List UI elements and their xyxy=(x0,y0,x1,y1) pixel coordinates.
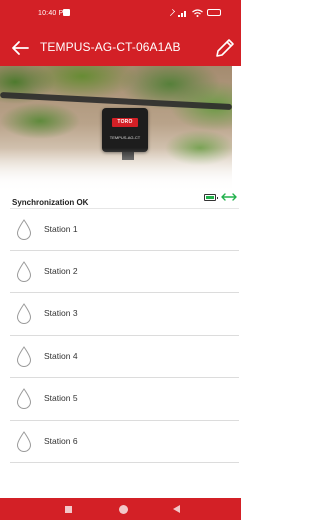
bluetooth-icon xyxy=(168,9,175,16)
water-drop-icon xyxy=(16,303,32,324)
station-label: Station 6 xyxy=(44,435,78,446)
app-screen: 10:40 PM TEMPUS-AG-CT-06A1AB TORO TEMPUS… xyxy=(0,0,241,520)
station-row-1[interactable]: Station 1 xyxy=(10,208,239,251)
water-drop-icon xyxy=(16,219,32,240)
link-arrows-icon xyxy=(221,193,237,201)
back-triangle-icon[interactable] xyxy=(173,505,180,513)
station-label: Station 2 xyxy=(44,265,78,276)
station-list: Station 1 Station 2 Station 3 Station 4 … xyxy=(10,208,239,463)
wifi-icon xyxy=(192,8,203,17)
station-row-6[interactable]: Station 6 xyxy=(10,421,239,463)
station-label: Station 5 xyxy=(44,393,78,403)
system-nav-bar xyxy=(0,498,241,520)
water-drop-icon xyxy=(16,260,32,282)
notification-icon xyxy=(63,9,70,16)
status-icons xyxy=(168,8,221,17)
device-brand-logo: TORO xyxy=(112,118,138,127)
water-drop-icon xyxy=(16,430,32,452)
water-drop-icon xyxy=(16,345,32,367)
sync-status: Synchronization OK xyxy=(12,198,89,207)
station-row-4[interactable]: Station 4 xyxy=(10,336,239,378)
station-row-5[interactable]: Station 5 xyxy=(10,378,239,421)
app-bar: TEMPUS-AG-CT-06A1AB xyxy=(0,30,241,66)
recent-apps-icon[interactable] xyxy=(65,506,72,513)
page-title: TEMPUS-AG-CT-06A1AB xyxy=(40,40,181,54)
arrow-left-icon[interactable] xyxy=(10,39,30,57)
status-bar: 10:40 PM xyxy=(0,0,241,30)
controller-device: TORO TEMPUS-AG-CT xyxy=(102,108,148,152)
station-row-2[interactable]: Station 2 xyxy=(10,251,239,293)
water-drop-icon xyxy=(16,388,32,409)
phone-battery-icon xyxy=(207,9,221,16)
station-label: Station 4 xyxy=(44,350,78,361)
device-model-label: TEMPUS-AG-CT xyxy=(109,135,141,140)
pencil-icon[interactable] xyxy=(213,36,237,60)
battery-icon xyxy=(204,194,218,201)
station-label: Station 3 xyxy=(44,308,78,318)
station-label: Station 1 xyxy=(44,224,78,234)
signal-icon xyxy=(178,10,186,17)
station-row-3[interactable]: Station 3 xyxy=(10,293,239,336)
home-icon[interactable] xyxy=(119,505,128,514)
hero-fade xyxy=(0,148,232,194)
device-hero-image: TORO TEMPUS-AG-CT xyxy=(0,66,232,194)
